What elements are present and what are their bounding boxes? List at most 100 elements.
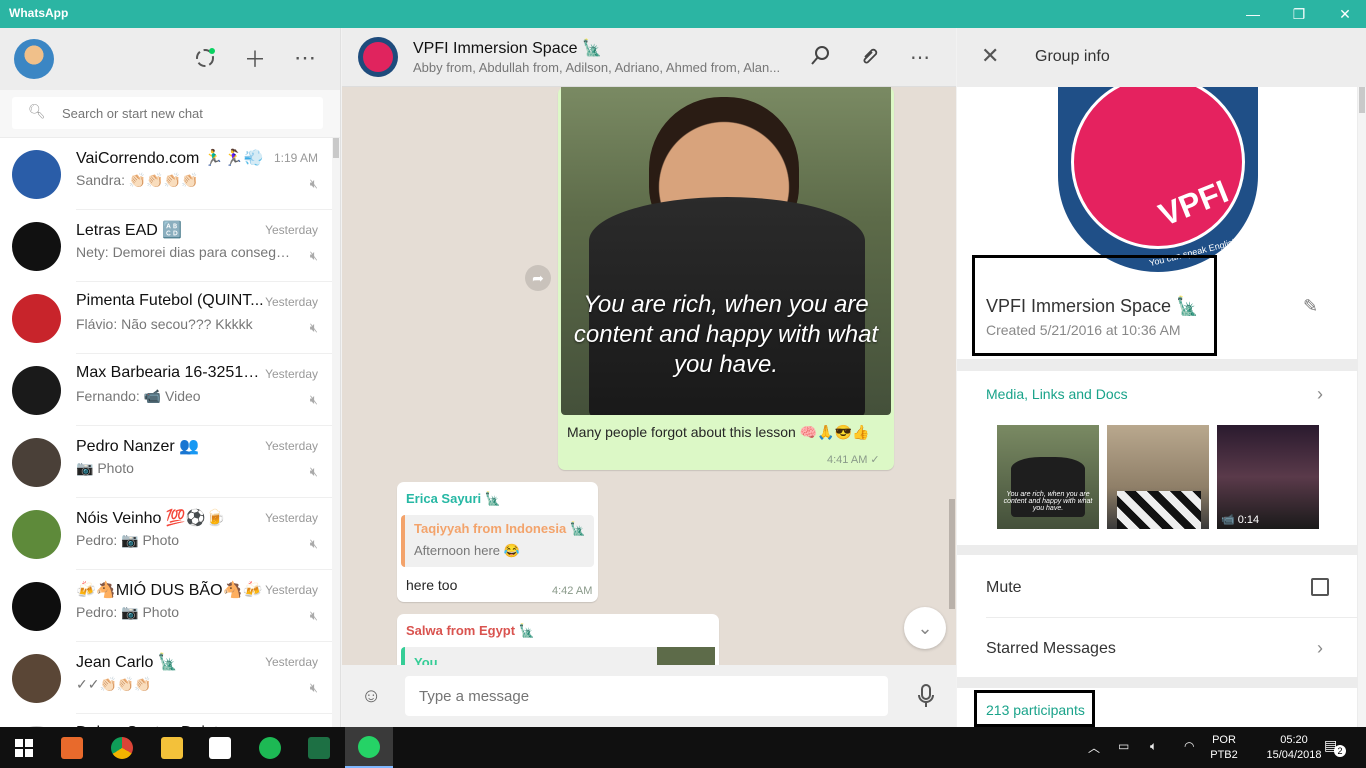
read-check-icon: ✓: [870, 454, 880, 466]
chat-name: Max Barbearia 16-32510...: [76, 364, 264, 381]
chat-list-item[interactable]: Pimenta Futebol (QUINT... Yesterday Flávio…: [0, 282, 332, 354]
media-thumb-photo[interactable]: [1107, 425, 1209, 529]
chat-time: Yesterday: [265, 583, 318, 597]
media-thumb-video[interactable]: 📹 0:14: [1217, 425, 1319, 529]
message-input[interactable]: [405, 676, 888, 716]
start-button[interactable]: [0, 727, 48, 768]
info-scrollbar[interactable]: [1358, 87, 1366, 727]
group-logo[interactable]: VPFI You can speak English!: [1058, 87, 1258, 272]
chat-avatar: [12, 366, 61, 415]
chat-time: Yesterday: [265, 439, 318, 453]
status-icon[interactable]: [191, 44, 219, 72]
chat-name: Jean Carlo 🗽: [76, 654, 178, 671]
quoted-message[interactable]: Taqiyyah from Indonesia 🗽 Afternoon here…: [401, 515, 594, 567]
muted-icon: 🔇︎: [309, 392, 318, 407]
chat-time: Yesterday: [265, 511, 318, 525]
muted-icon: 🔇︎: [309, 320, 318, 335]
search-input[interactable]: [62, 103, 312, 123]
notes-icon[interactable]: [196, 727, 244, 768]
window-title: WhatsApp: [9, 6, 69, 20]
media-links-docs-link[interactable]: Media, Links and Docs: [986, 386, 1128, 402]
muted-icon: 🔇︎: [309, 536, 318, 551]
message-sender: Salwa from Egypt 🗽: [406, 623, 535, 638]
chevron-right-icon[interactable]: ›: [1317, 384, 1323, 405]
spotify-icon[interactable]: [246, 727, 294, 768]
scroll-down-button[interactable]: ⌄: [904, 607, 946, 649]
chat-name: VaiCorrendo.com 🏃‍♂️🏃‍♀️💨: [76, 150, 264, 167]
muted-icon: 🔇︎: [309, 176, 318, 191]
forward-icon[interactable]: ➦: [525, 265, 551, 291]
chat-name: 🍻🐴MIÓ DUS BÃO🐴🍻: [76, 582, 263, 599]
minimize-button[interactable]: —: [1230, 0, 1276, 28]
chat-avatar: [12, 150, 61, 199]
chat-list-item[interactable]: Pedro Nanzer 👥 Yesterday 📷 Photo 🔇︎: [0, 426, 332, 498]
chat-list-item[interactable]: Max Barbearia 16-32510... Yesterday Fernan…: [0, 354, 332, 426]
menu-icon[interactable]: ⋯: [291, 44, 319, 72]
input-language[interactable]: POR PTB2: [1206, 733, 1242, 763]
chat-list-item[interactable]: 🍻🐴MIÓ DUS BÃO🐴🍻 Yesterday Pedro: 📷 Photo 🔇︎: [0, 570, 332, 642]
my-avatar[interactable]: [14, 39, 54, 79]
mute-checkbox[interactable]: [1311, 578, 1329, 596]
chat-avatar: [12, 438, 61, 487]
conversation-panel: VPFI Immersion Space 🗽 Abby from, Abdull…: [342, 28, 956, 727]
chat-list-item[interactable]: Nóis Veinho 💯⚽🍺 Yesterday Pedro: 📷 Photo 🔇︎: [0, 498, 332, 570]
search-icon: 🔍︎: [28, 103, 46, 119]
chat-time: Yesterday: [265, 223, 318, 237]
message-bubble[interactable]: You are rich, when you are content and h…: [558, 87, 894, 470]
search-messages-icon[interactable]: [807, 45, 833, 71]
message-text: Many people forgot about this lesson 🧠🙏😎…: [567, 424, 870, 440]
quoted-sender: Taqiyyah from Indonesia 🗽: [414, 521, 586, 536]
emoji-icon[interactable]: ☺: [361, 685, 381, 708]
muted-icon: 🔇︎: [309, 680, 318, 695]
chevron-right-icon[interactable]: ›: [1317, 638, 1323, 659]
starred-messages-link[interactable]: Starred Messages: [986, 640, 1116, 658]
chat-preview: Flávio: Não secou??? Kkkkk: [76, 316, 253, 332]
clock[interactable]: 05:20 15/04/2018: [1264, 733, 1324, 763]
chat-time: Yesterday: [265, 295, 318, 309]
chat-preview: Pedro: 📷 Photo: [76, 532, 180, 548]
microphone-icon[interactable]: [917, 684, 935, 713]
chat-time: Yesterday: [265, 367, 318, 381]
close-info-icon[interactable]: ✕: [981, 43, 999, 69]
media-thumb-photo[interactable]: You are rich, when you are content and h…: [997, 425, 1099, 529]
restore-button[interactable]: ❐: [1276, 0, 1322, 28]
message-bubble[interactable]: Erica Sayuri 🗽 Taqiyyah from Indonesia 🗽…: [397, 482, 598, 602]
attach-icon[interactable]: [857, 45, 883, 71]
conversation-header[interactable]: VPFI Immersion Space 🗽 Abby from, Abdull…: [342, 28, 956, 87]
group-info-header: ✕ Group info: [957, 28, 1366, 87]
conversation-menu-icon[interactable]: ⋯: [907, 45, 933, 71]
file-explorer-icon[interactable]: [148, 727, 196, 768]
edit-icon[interactable]: ✎: [1303, 296, 1318, 317]
whatsapp-taskbar-icon[interactable]: [345, 727, 393, 768]
chat-list-item[interactable]: VaiCorrendo.com 🏃‍♂️🏃‍♀️💨 1:19 AM Sandra: …: [0, 138, 332, 210]
conversation-scrollbar[interactable]: [948, 87, 956, 665]
show-hidden-icons[interactable]: ︿: [1088, 739, 1100, 756]
muted-icon: 🔇︎: [309, 464, 318, 479]
chat-preview: 📷 Photo: [76, 460, 134, 476]
chrome-icon[interactable]: [98, 727, 146, 768]
muted-icon: 🔇︎: [309, 248, 318, 263]
thumb-floor: [1117, 491, 1201, 529]
media-player-icon[interactable]: [48, 727, 96, 768]
new-chat-icon[interactable]: ＋: [241, 44, 269, 72]
lang-bottom: PTB2: [1210, 749, 1238, 761]
message-text: here too: [406, 577, 458, 593]
chat-list-header: ＋ ⋯: [0, 28, 340, 90]
chat-preview: Fernando: 📹 Video: [76, 388, 201, 404]
battery-icon[interactable]: ▭: [1118, 739, 1129, 753]
message-photo[interactable]: You are rich, when you are content and h…: [561, 87, 891, 415]
wifi-icon[interactable]: ◠: [1184, 739, 1194, 753]
close-window-button[interactable]: ✕: [1322, 0, 1366, 28]
chat-preview: Pedro: 📷 Photo: [76, 604, 180, 620]
notification-center-icon[interactable]: ▤ 2: [1324, 737, 1346, 757]
chat-list-item[interactable]: Dahye Santos Daiet...: [0, 714, 332, 727]
chat-list-scrollbar[interactable]: [332, 138, 340, 727]
volume-icon[interactable]: 🔈︎: [1150, 739, 1157, 754]
group-info-panel: ✕ Group info VPFI You can speak English!…: [957, 28, 1366, 727]
participants-count[interactable]: 213 participants: [986, 702, 1085, 718]
chat-list-item[interactable]: Jean Carlo 🗽 Yesterday ✓✓👏🏻👏🏻👏🏻 🔇︎: [0, 642, 332, 714]
chat-time: 1:19 AM: [273, 151, 318, 165]
chat-list-item[interactable]: Letras EAD 🔠 Yesterday Nety: Demorei dias …: [0, 210, 332, 282]
group-avatar[interactable]: [358, 37, 398, 77]
excel-icon[interactable]: [295, 727, 343, 768]
